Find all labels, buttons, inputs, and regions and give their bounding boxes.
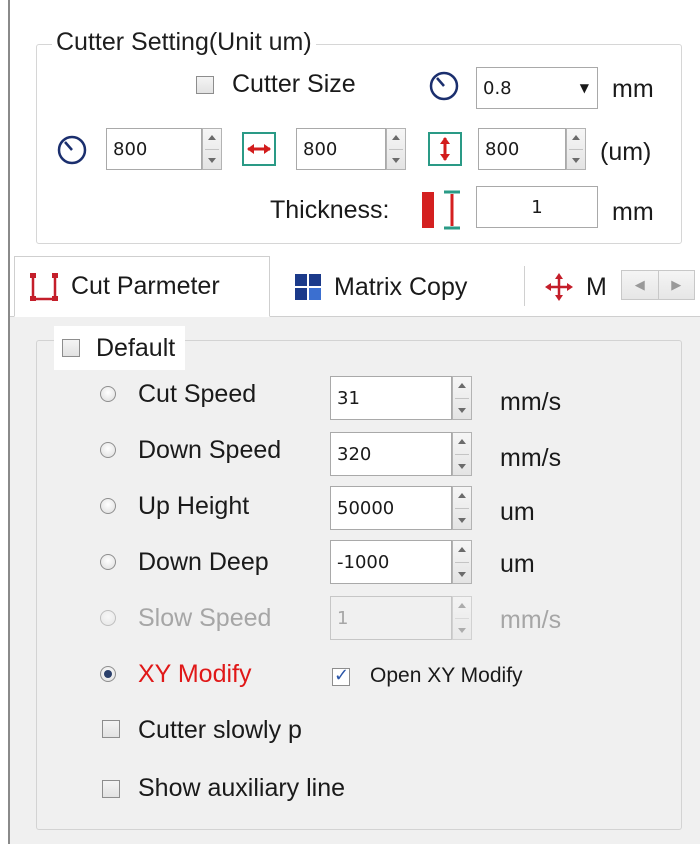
- thickness-label: Thickness:: [270, 196, 390, 224]
- slow-speed-input: 1: [330, 596, 452, 640]
- scroll-right-icon[interactable]: ▶: [659, 271, 695, 299]
- cutter-slowly-checkbox[interactable]: [102, 720, 120, 738]
- thickness-unit: mm: [612, 198, 654, 226]
- tab-move[interactable]: M: [544, 258, 607, 316]
- tab-separator: [524, 266, 525, 306]
- show-aux-line-checkbox[interactable]: [102, 780, 120, 798]
- thickness-value: 1: [531, 196, 543, 218]
- thickness-input[interactable]: 1: [476, 186, 598, 228]
- down-speed-radio[interactable]: [100, 442, 116, 458]
- up-height-label: Up Height: [138, 492, 250, 520]
- diameter-spinner[interactable]: [202, 128, 222, 170]
- width-input[interactable]: 800: [296, 128, 386, 170]
- cut-parameter-icon: [30, 272, 58, 301]
- default-group-title: Default: [54, 326, 186, 370]
- down-speed-unit: mm/s: [500, 444, 562, 472]
- slow-speed-value: 1: [337, 607, 349, 629]
- cut-speed-label: Cut Speed: [138, 380, 257, 408]
- size-unit: (um): [600, 138, 652, 166]
- cutter-slowly-label: Cutter slowly p: [138, 716, 302, 744]
- down-deep-spinner[interactable]: [452, 540, 472, 584]
- scroll-left-icon[interactable]: ◀: [622, 271, 659, 299]
- matrix-copy-icon: [295, 274, 321, 300]
- slow-speed-unit: mm/s: [500, 606, 562, 634]
- thickness-icon: [422, 190, 460, 230]
- up-height-value: 50000: [337, 497, 395, 519]
- tab-label: M: [586, 272, 607, 301]
- show-aux-line-label: Show auxiliary line: [138, 774, 346, 802]
- height-arrow-icon: [428, 132, 462, 166]
- down-speed-spinner[interactable]: [452, 432, 472, 476]
- up-height-spinner[interactable]: [452, 486, 472, 530]
- cut-speed-radio[interactable]: [100, 386, 116, 402]
- up-height-radio[interactable]: [100, 498, 116, 514]
- move-icon: [545, 273, 573, 301]
- down-deep-radio[interactable]: [100, 554, 116, 570]
- cutter-setting-title: Cutter Setting(Unit um): [52, 28, 316, 57]
- down-deep-input[interactable]: -1000: [330, 540, 452, 584]
- cutter-size-label: Cutter Size: [232, 70, 356, 98]
- tab-label: Matrix Copy: [334, 272, 468, 301]
- cutter-size-checkbox[interactable]: [196, 76, 214, 94]
- height-value: 800: [485, 138, 520, 160]
- cut-speed-value: 31: [337, 387, 360, 409]
- cutter-dial-icon: [429, 71, 459, 101]
- chevron-down-icon[interactable]: ▼: [580, 81, 589, 95]
- slow-speed-label: Slow Speed: [138, 604, 272, 632]
- tab-scroll-buttons: ◀ ▶: [621, 270, 695, 300]
- xy-modify-label: XY Modify: [138, 660, 252, 688]
- cutter-size-value: 0.8: [483, 77, 512, 99]
- tab-matrix-copy[interactable]: Matrix Copy: [294, 258, 467, 316]
- tab-cut-parameter[interactable]: Cut Parmeter: [14, 256, 270, 317]
- down-speed-input[interactable]: 320: [330, 432, 452, 476]
- diameter-input[interactable]: 800: [106, 128, 202, 170]
- width-value: 800: [303, 138, 338, 160]
- open-xy-modify-checkbox[interactable]: [332, 665, 350, 686]
- diameter-value: 800: [113, 138, 148, 160]
- diameter-dial-icon: [57, 135, 87, 165]
- height-spinner[interactable]: [566, 128, 586, 170]
- down-deep-label: Down Deep: [138, 548, 269, 576]
- width-spinner[interactable]: [386, 128, 406, 170]
- open-xy-modify-label: Open XY Modify: [370, 664, 523, 687]
- down-deep-unit: um: [500, 550, 535, 578]
- cutter-size-unit: mm: [612, 75, 654, 103]
- slow-speed-spinner: [452, 596, 472, 640]
- up-height-input[interactable]: 50000: [330, 486, 452, 530]
- cutter-size-select[interactable]: 0.8 ▼: [476, 67, 598, 109]
- default-label: Default: [96, 333, 176, 362]
- down-speed-label: Down Speed: [138, 436, 282, 464]
- down-speed-value: 320: [337, 443, 372, 465]
- xy-modify-radio[interactable]: [100, 666, 116, 682]
- down-deep-value: -1000: [337, 551, 390, 573]
- slow-speed-radio: [100, 610, 116, 626]
- height-input[interactable]: 800: [478, 128, 566, 170]
- cut-speed-spinner[interactable]: [452, 376, 472, 420]
- width-arrow-icon: [242, 132, 276, 166]
- cut-speed-unit: mm/s: [500, 388, 562, 416]
- up-height-unit: um: [500, 498, 535, 526]
- tab-label: Cut Parmeter: [71, 272, 220, 300]
- default-checkbox[interactable]: [62, 339, 80, 357]
- cut-speed-input[interactable]: 31: [330, 376, 452, 420]
